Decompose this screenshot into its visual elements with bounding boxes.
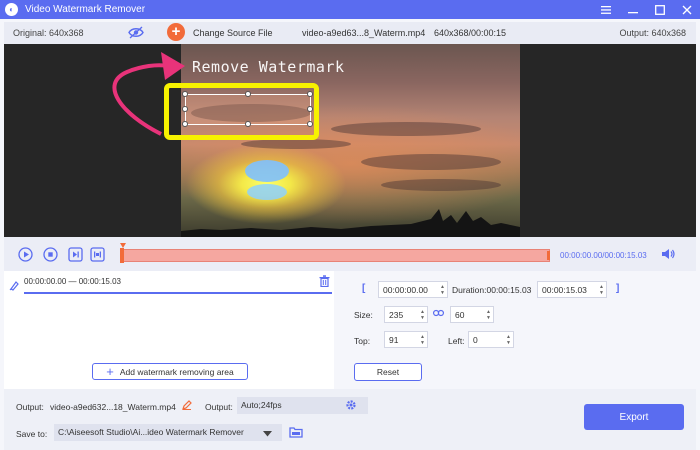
start-time-value: 00:00:00.00 [383, 284, 428, 295]
resize-handle[interactable] [307, 106, 313, 112]
clip-time-range: 00:00:00.00 — 00:00:15.03 [24, 277, 121, 286]
left-field[interactable]: 0 ▲ ▼ [468, 331, 514, 348]
reset-button[interactable]: Reset [354, 363, 422, 381]
output-label: Output: [16, 402, 44, 412]
height-field[interactable]: 60 ▲ ▼ [450, 306, 494, 323]
add-removing-area-label: Add watermark removing area [119, 366, 234, 377]
list-item[interactable]: 00:00:00.00 — 00:00:15.03 [4, 271, 334, 298]
link-icon[interactable] [433, 309, 445, 319]
source-file-name: video-a9ed63...8_Waterm.mp4 [302, 28, 426, 38]
timeline-end-handle[interactable] [547, 251, 550, 260]
top-field[interactable]: 91 ▲ ▼ [384, 331, 428, 348]
left-label: Left: [448, 336, 465, 346]
spinner-icon[interactable]: ▲ ▼ [599, 284, 604, 296]
app-logo-icon: ◐ [5, 3, 18, 16]
export-button[interactable]: Export [584, 404, 684, 430]
timeline-track[interactable] [122, 249, 550, 262]
video-preview[interactable]: Remove Watermark [4, 44, 696, 237]
original-resolution: Original: 640x368 [13, 28, 84, 38]
width-value: 235 [389, 309, 404, 320]
sun-reflection [247, 184, 287, 200]
window-controls [592, 0, 700, 19]
size-label: Size: [354, 310, 373, 320]
change-source-button[interactable]: Change Source File [193, 28, 273, 38]
edit-icon[interactable] [182, 400, 192, 412]
spinner-icon[interactable]: ▲ ▼ [506, 334, 511, 346]
loop-clip-button[interactable] [90, 247, 105, 262]
brush-icon [9, 280, 20, 293]
height-value: 60 [455, 309, 465, 320]
output-file-name: video-a9ed632...18_Waterm.mp4 [50, 402, 176, 412]
spinner-icon[interactable]: ▲ ▼ [420, 334, 425, 346]
set-start-button[interactable]: [ [362, 283, 365, 294]
save-to-label: Save to: [16, 429, 48, 439]
next-frame-button[interactable] [68, 247, 83, 262]
stop-button[interactable] [43, 247, 58, 262]
resize-handle[interactable] [245, 91, 251, 97]
save-path-value: C:\Aiseesoft Studio\Ai...ideo Watermark … [58, 427, 244, 437]
watermark-text: Remove Watermark [192, 58, 345, 76]
output-format-value: Auto;24fps [241, 400, 282, 410]
end-time-field[interactable]: 00:00:15.03 ▲ ▼ [537, 281, 607, 298]
minimize-icon[interactable] [619, 0, 646, 19]
removal-area-list: 00:00:00.00 — 00:00:15.03 + Add watermar… [4, 271, 334, 389]
add-removing-area-button[interactable]: + Add watermark removing area [92, 363, 248, 380]
watermark-selection-box[interactable] [182, 91, 313, 127]
format-label: Output: [205, 402, 233, 412]
top-value: 91 [389, 334, 399, 345]
spinner-icon[interactable]: ▲ ▼ [440, 284, 445, 296]
tree-silhouette [181, 209, 520, 237]
top-label: Top: [354, 336, 371, 346]
clip-duration-bar [24, 292, 332, 294]
trash-icon[interactable] [319, 275, 330, 289]
area-settings-panel: [ 00:00:00.00 ▲ ▼ Duration:00:00:15.03 00… [340, 271, 696, 389]
source-file-info: 640x368/00:00:15 [434, 28, 507, 38]
resize-handle[interactable] [307, 121, 313, 127]
pointer-arrow-icon [112, 52, 185, 136]
play-button[interactable] [18, 247, 33, 262]
gear-icon[interactable] [345, 399, 357, 413]
menu-icon[interactable] [592, 0, 619, 19]
title-bar: ◐ Video Watermark Remover [0, 0, 700, 19]
eye-icon[interactable] [128, 26, 144, 41]
left-value: 0 [473, 334, 478, 345]
output-settings-bar: Output: video-a9ed632...18_Waterm.mp4 Ou… [4, 389, 696, 450]
duration-label: Duration:00:00:15.03 [452, 285, 532, 295]
width-field[interactable]: 235 ▲ ▼ [384, 306, 428, 323]
info-bar: Original: 640x368 + Change Source File v… [4, 22, 696, 44]
output-resolution: Output: 640x368 [619, 28, 686, 38]
save-path-dropdown[interactable]: C:\Aiseesoft Studio\Ai...ideo Watermark … [54, 424, 282, 441]
resize-handle[interactable] [245, 121, 251, 127]
time-readout: 00:00:00.00/00:00:15.03 [560, 251, 647, 260]
window-title: Video Watermark Remover [25, 4, 146, 15]
maximize-icon[interactable] [646, 0, 673, 19]
timeline-start-handle[interactable] [120, 248, 124, 263]
sun-reflection [245, 160, 289, 182]
spinner-icon[interactable]: ▲ ▼ [486, 309, 491, 321]
start-time-field[interactable]: 00:00:00.00 ▲ ▼ [378, 281, 448, 298]
volume-icon[interactable] [661, 248, 675, 262]
playback-controls: 00:00:00.00/00:00:15.03 [4, 237, 696, 271]
resize-handle[interactable] [307, 91, 313, 97]
plus-icon: + [106, 363, 114, 379]
change-source-add-icon[interactable]: + [167, 23, 185, 41]
set-end-button[interactable]: ] [616, 283, 619, 294]
end-time-value: 00:00:15.03 [542, 284, 587, 295]
chevron-down-icon[interactable] [263, 429, 272, 439]
spinner-icon[interactable]: ▲ ▼ [420, 309, 425, 321]
close-icon[interactable] [673, 0, 700, 19]
folder-icon[interactable] [289, 426, 303, 440]
